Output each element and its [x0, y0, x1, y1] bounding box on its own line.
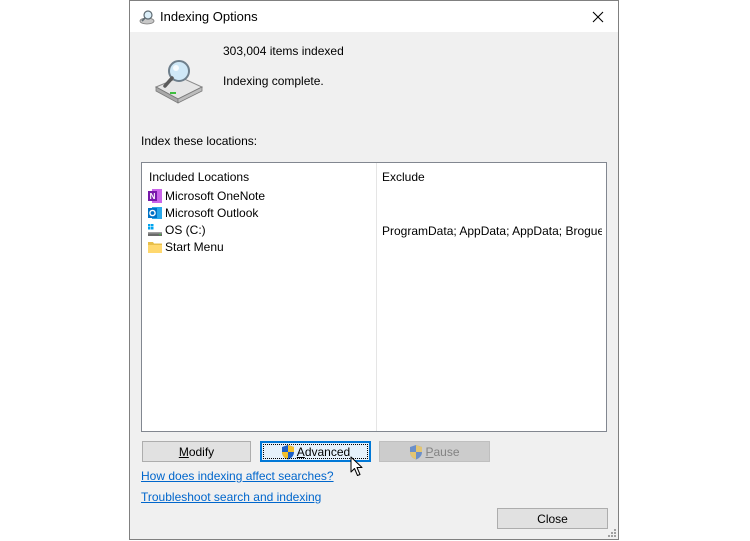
indexing-options-window: Indexing Options 303,004 items indexed I…	[129, 0, 619, 540]
uac-shield-icon	[410, 444, 423, 459]
indexing-status: Indexing complete.	[223, 74, 324, 88]
index-locations-label: Index these locations:	[141, 134, 258, 148]
list-item-outlook[interactable]: Microsoft Outlook	[142, 205, 606, 222]
items-indexed-count: 303,004 items indexed	[223, 44, 344, 58]
list-item-onenote[interactable]: N Microsoft OneNote	[142, 188, 606, 205]
outlook-icon	[148, 207, 162, 219]
troubleshoot-link[interactable]: Troubleshoot search and indexing	[141, 490, 321, 504]
folder-icon	[148, 242, 162, 253]
title-bar: Indexing Options	[130, 1, 618, 32]
mouse-pointer-icon	[350, 456, 363, 476]
location-name: OS (C:)	[165, 223, 206, 237]
pause-button[interactable]: Pause	[379, 441, 490, 462]
close-window-button[interactable]	[578, 1, 618, 32]
location-exclude: ProgramData; AppData; AppData; Brogue...	[382, 224, 602, 238]
pause-label: Pause	[425, 444, 460, 459]
column-header-included[interactable]: Included Locations	[149, 170, 249, 184]
indexing-drive-icon	[154, 60, 204, 104]
window-title: Indexing Options	[160, 9, 258, 24]
column-header-exclude[interactable]: Exclude	[382, 170, 425, 184]
location-name: Microsoft OneNote	[165, 189, 266, 203]
onenote-icon: N	[148, 189, 162, 203]
how-indexing-link[interactable]: How does indexing affect searches?	[141, 469, 334, 483]
list-item-os-drive[interactable]: OS (C:) ProgramData; AppData; AppData; B…	[142, 222, 606, 239]
close-icon	[592, 11, 604, 22]
locations-list[interactable]: Included Locations Exclude N Microsoft O…	[141, 162, 607, 432]
close-button[interactable]: Close	[497, 508, 608, 529]
modify-button[interactable]: Modify	[142, 441, 251, 462]
drive-icon	[148, 224, 162, 236]
indexing-magnifier-icon	[139, 10, 155, 25]
modify-label: Modify	[178, 444, 215, 459]
resize-grip-icon[interactable]	[607, 528, 617, 538]
uac-shield-icon	[281, 444, 294, 459]
location-name: Start Menu	[165, 240, 224, 254]
list-item-start-menu[interactable]: Start Menu	[142, 239, 606, 256]
svg-text:N: N	[150, 192, 156, 201]
location-name: Microsoft Outlook	[165, 206, 259, 220]
advanced-label: Advanced	[296, 444, 351, 459]
